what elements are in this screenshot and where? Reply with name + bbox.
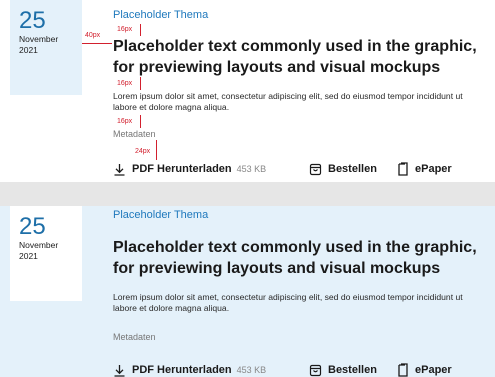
pdf-download-label: PDF Herunterladen — [132, 364, 232, 376]
spacing-annotation: 16px — [117, 118, 133, 125]
date-box: 25 November 2021 — [10, 0, 82, 95]
spacing-marker — [140, 24, 141, 36]
file-size: 453 KB — [236, 164, 267, 174]
order-box-icon — [309, 364, 322, 377]
spacing-annotation: 16px — [117, 26, 133, 33]
date-day: 25 — [19, 7, 46, 34]
order-button[interactable]: Bestellen — [309, 161, 377, 177]
pdf-download-button[interactable]: PDF Herunterladen 453 KB — [113, 161, 266, 177]
epaper-label: ePaper — [415, 364, 452, 376]
publication-title[interactable]: Placeholder text commonly used in the gr… — [113, 237, 488, 279]
spacing-annotation: 16px — [117, 80, 133, 87]
publication-card-highlighted: 25 November 2021 Placeholder Thema Place… — [0, 206, 495, 377]
publication-title[interactable]: Placeholder text commonly used in the gr… — [113, 36, 488, 78]
spacing-marker — [140, 115, 141, 128]
order-label: Bestellen — [328, 364, 377, 376]
date-year: 2021 — [19, 45, 38, 55]
epaper-button[interactable]: ePaper — [397, 362, 452, 377]
epaper-icon — [397, 363, 409, 377]
publication-description: Lorem ipsum dolor sit amet, consectetur … — [113, 292, 463, 313]
spacing-annotation: 24px — [135, 148, 151, 155]
pdf-download-label: PDF Herunterladen — [132, 163, 232, 175]
date-box: 25 November 2021 — [10, 206, 82, 301]
file-size: 453 KB — [236, 365, 267, 375]
order-button[interactable]: Bestellen — [309, 362, 377, 377]
metadata-text: Metadaten — [113, 332, 156, 342]
thema-link[interactable]: Placeholder Thema — [113, 9, 208, 21]
thema-link[interactable]: Placeholder Thema — [113, 209, 208, 221]
spacing-marker — [140, 77, 141, 90]
date-year: 2021 — [19, 251, 38, 261]
order-box-icon — [309, 163, 322, 176]
date-month: November — [19, 240, 59, 250]
order-label: Bestellen — [328, 163, 377, 175]
publication-card: 25 November 2021 Placeholder Thema Place… — [0, 0, 495, 182]
spacing-annotation: 40px — [85, 32, 101, 39]
epaper-icon — [397, 162, 409, 176]
epaper-button[interactable]: ePaper — [397, 161, 452, 177]
date-day: 25 — [19, 213, 46, 240]
download-icon — [113, 163, 126, 176]
spacing-marker — [82, 43, 112, 44]
action-bar: PDF Herunterladen 453 KB Bestellen ePape… — [113, 161, 488, 177]
download-icon — [113, 364, 126, 377]
action-bar: PDF Herunterladen 453 KB Bestellen ePape… — [113, 362, 488, 377]
epaper-label: ePaper — [415, 163, 452, 175]
date-month: November — [19, 34, 59, 44]
publication-description: Lorem ipsum dolor sit amet, consectetur … — [113, 91, 463, 112]
pdf-download-button[interactable]: PDF Herunterladen 453 KB — [113, 362, 266, 377]
section-divider — [0, 182, 495, 206]
metadata-text: Metadaten — [113, 129, 156, 139]
spacing-marker — [156, 140, 157, 160]
